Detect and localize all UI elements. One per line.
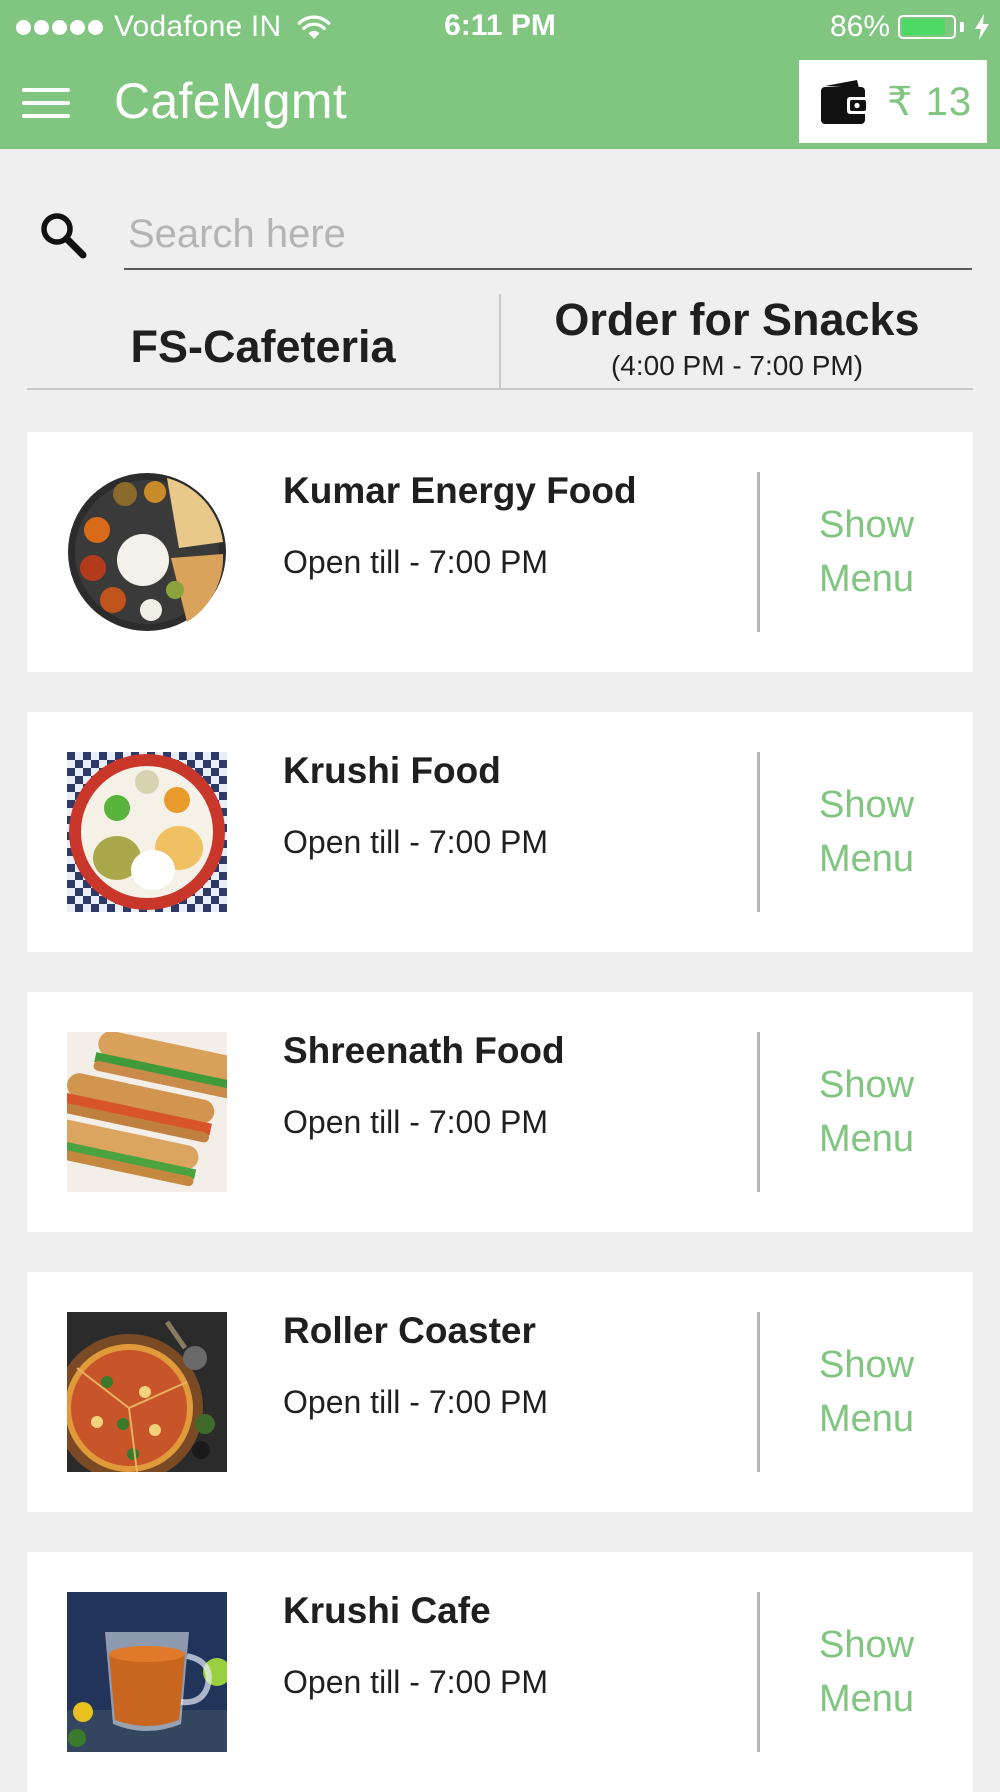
vendor-name: Krushi Cafe xyxy=(283,1590,491,1631)
show-menu-line1: Show xyxy=(818,784,915,826)
show-menu-button[interactable]: Show Menu xyxy=(760,1338,973,1446)
search-icon xyxy=(41,213,87,259)
vendor-card[interactable]: Kumar Energy Food Open till - 7:00 PM Sh… xyxy=(27,432,973,672)
order-slot-time: (4:00 PM - 7:00 PM) xyxy=(610,350,864,381)
show-menu-line1: Show xyxy=(818,1064,915,1106)
order-slot-selector[interactable]: Order for Snacks (4:00 PM - 7:00 PM) xyxy=(501,292,973,388)
wallet-balance: ₹ 13 xyxy=(887,79,972,125)
show-menu-line2: Menu xyxy=(818,1118,915,1160)
battery-icon xyxy=(898,15,956,39)
vendor-card[interactable]: Krushi Food Open till - 7:00 PM Show Men… xyxy=(27,712,973,952)
vendor-name: Shreenath Food xyxy=(283,1030,565,1071)
show-menu-line2: Menu xyxy=(818,1678,915,1720)
thali-plate-icon xyxy=(67,472,227,632)
sandwich-icon xyxy=(67,1032,227,1192)
show-menu-line2: Menu xyxy=(818,838,915,880)
vendor-name: Kumar Energy Food xyxy=(283,470,637,511)
battery-percentage: 86% xyxy=(829,10,890,43)
vendor-card[interactable]: Roller Coaster Open till - 7:00 PM Show … xyxy=(27,1272,973,1512)
app-title: CafeMgmt xyxy=(114,73,348,129)
show-menu-button[interactable]: Show Menu xyxy=(760,1618,973,1726)
vendor-card[interactable]: Shreenath Food Open till - 7:00 PM Show … xyxy=(27,992,973,1232)
search-bar xyxy=(0,190,1000,272)
status-bar: Vodafone IN 6:11 PM 86% xyxy=(0,0,1000,54)
pizza-icon xyxy=(67,1312,227,1472)
show-menu-button[interactable]: Show Menu xyxy=(760,778,973,886)
vendor-hours: Open till - 7:00 PM xyxy=(283,1664,548,1700)
vendor-name: Roller Coaster xyxy=(283,1310,536,1351)
vendor-hours: Open till - 7:00 PM xyxy=(283,1384,548,1420)
cafeteria-header: FS-Cafeteria Order for Snacks (4:00 PM -… xyxy=(27,292,973,390)
show-menu-line1: Show xyxy=(818,1624,915,1666)
battery-nub xyxy=(960,22,964,32)
app-bar: CafeMgmt ₹ 13 xyxy=(0,54,1000,149)
hamburger-menu-icon[interactable] xyxy=(22,88,70,118)
tea-cup-icon xyxy=(67,1592,227,1752)
charging-bolt-icon xyxy=(975,14,989,40)
vendor-hours: Open till - 7:00 PM xyxy=(283,544,548,580)
wallet-icon xyxy=(821,79,869,124)
vendor-hours: Open till - 7:00 PM xyxy=(283,1104,548,1140)
show-menu-line2: Menu xyxy=(818,1398,915,1440)
show-menu-line1: Show xyxy=(818,1344,915,1386)
currency-symbol: ₹ xyxy=(887,79,914,124)
vendor-card[interactable]: Krushi Cafe Open till - 7:00 PM Show Men… xyxy=(27,1552,973,1792)
order-slot-title: Order for Snacks xyxy=(554,294,920,345)
show-menu-button[interactable]: Show Menu xyxy=(760,498,973,606)
wallet-amount-value: 13 xyxy=(925,79,973,124)
show-menu-line1: Show xyxy=(818,504,915,546)
show-menu-button[interactable]: Show Menu xyxy=(760,1058,973,1166)
wallet-button[interactable]: ₹ 13 xyxy=(799,60,987,143)
top-bar: Vodafone IN 6:11 PM 86% CafeMgmt ₹ 13 xyxy=(0,0,1000,149)
search-input[interactable] xyxy=(124,200,972,270)
battery-level-fill xyxy=(902,19,945,35)
show-menu-line2: Menu xyxy=(818,558,915,600)
cafeteria-selector[interactable]: FS-Cafeteria xyxy=(27,292,499,388)
status-right: 86% xyxy=(830,9,990,45)
idli-plate-icon xyxy=(67,752,227,912)
vendor-hours: Open till - 7:00 PM xyxy=(283,824,548,860)
vendor-name: Krushi Food xyxy=(283,750,501,791)
